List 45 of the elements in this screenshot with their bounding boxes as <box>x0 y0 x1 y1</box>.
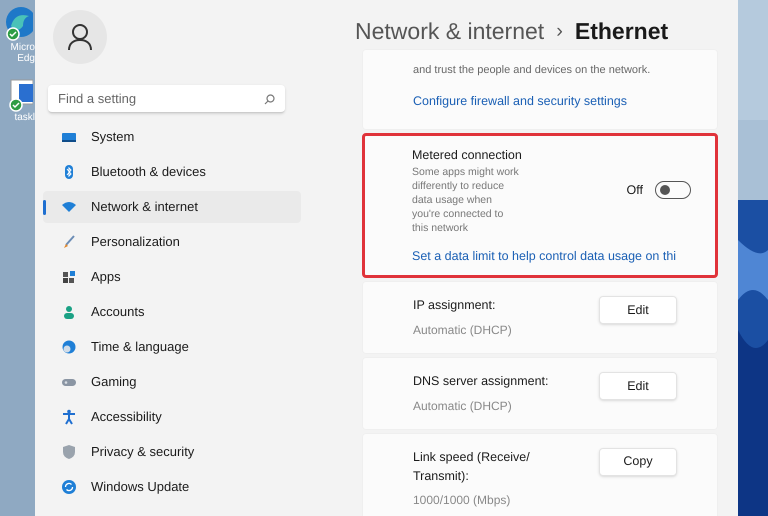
accessibility-icon <box>61 409 77 425</box>
action-button[interactable]: Edit <box>599 372 677 400</box>
toggle-state-label: Off <box>626 182 643 199</box>
sidebar-item[interactable]: Time & language <box>43 331 301 363</box>
sidebar-item[interactable]: Accounts <box>43 296 301 328</box>
toggle-switch[interactable] <box>655 181 691 200</box>
sidebar-item[interactable]: Network & internet <box>43 191 301 223</box>
action-button[interactable]: Copy <box>599 448 677 476</box>
setting-value: Automatic (DHCP) <box>413 398 513 415</box>
link[interactable]: Configure firewall and security settings <box>413 92 717 111</box>
description-text: and trust the people and devices on the network. <box>413 62 652 78</box>
setting-title: Metered connection <box>412 146 523 164</box>
sidebar-item[interactable]: Bluetooth & devices <box>43 156 301 188</box>
sidebar-item[interactable]: Gaming <box>43 366 301 398</box>
breadcrumb-separator: › <box>556 19 563 44</box>
breadcrumb-parent[interactable]: Network & internet <box>355 14 544 48</box>
setting-title: DNS server assignment: <box>413 373 550 390</box>
setting-title: Link speed (Receive/ Transmit): <box>413 448 531 485</box>
link[interactable]: Set a data limit to help control data usage on thi <box>412 246 691 266</box>
sidebar-item[interactable]: Apps <box>43 261 301 293</box>
sidebar-item[interactable]: Personalization <box>43 226 301 258</box>
sidebar-item[interactable]: Privacy & security <box>43 436 301 468</box>
action-button[interactable]: Edit <box>599 296 677 324</box>
wifi-icon <box>61 199 77 215</box>
person-icon <box>67 23 93 51</box>
person-icon <box>61 304 77 320</box>
page-title: Ethernet <box>574 17 668 46</box>
search-icon <box>264 94 275 105</box>
update-icon <box>61 479 77 495</box>
description-text: Some apps might work differently to reduce data usage when you're connected to this network <box>412 164 520 234</box>
shield-icon <box>61 444 77 460</box>
globe-icon <box>61 339 77 355</box>
setting-value: Automatic (DHCP) <box>413 322 513 339</box>
selection-indicator <box>43 200 46 215</box>
search-field[interactable]: Find a setting <box>48 85 285 113</box>
sidebar-item[interactable]: Windows Update <box>43 471 301 503</box>
sidebar-item[interactable]: Accessibility <box>43 401 301 433</box>
apps-icon <box>61 269 77 285</box>
icon-label: Edg <box>17 53 35 64</box>
icon-label: taskl <box>14 112 35 123</box>
brush-icon <box>61 234 77 250</box>
setting-title: IP assignment: <box>413 297 496 314</box>
sidebar-item[interactable]: System <box>43 121 301 153</box>
icon-label: Micro <box>10 42 35 53</box>
setting-value: 1000/1000 (Mbps) <box>413 492 512 510</box>
